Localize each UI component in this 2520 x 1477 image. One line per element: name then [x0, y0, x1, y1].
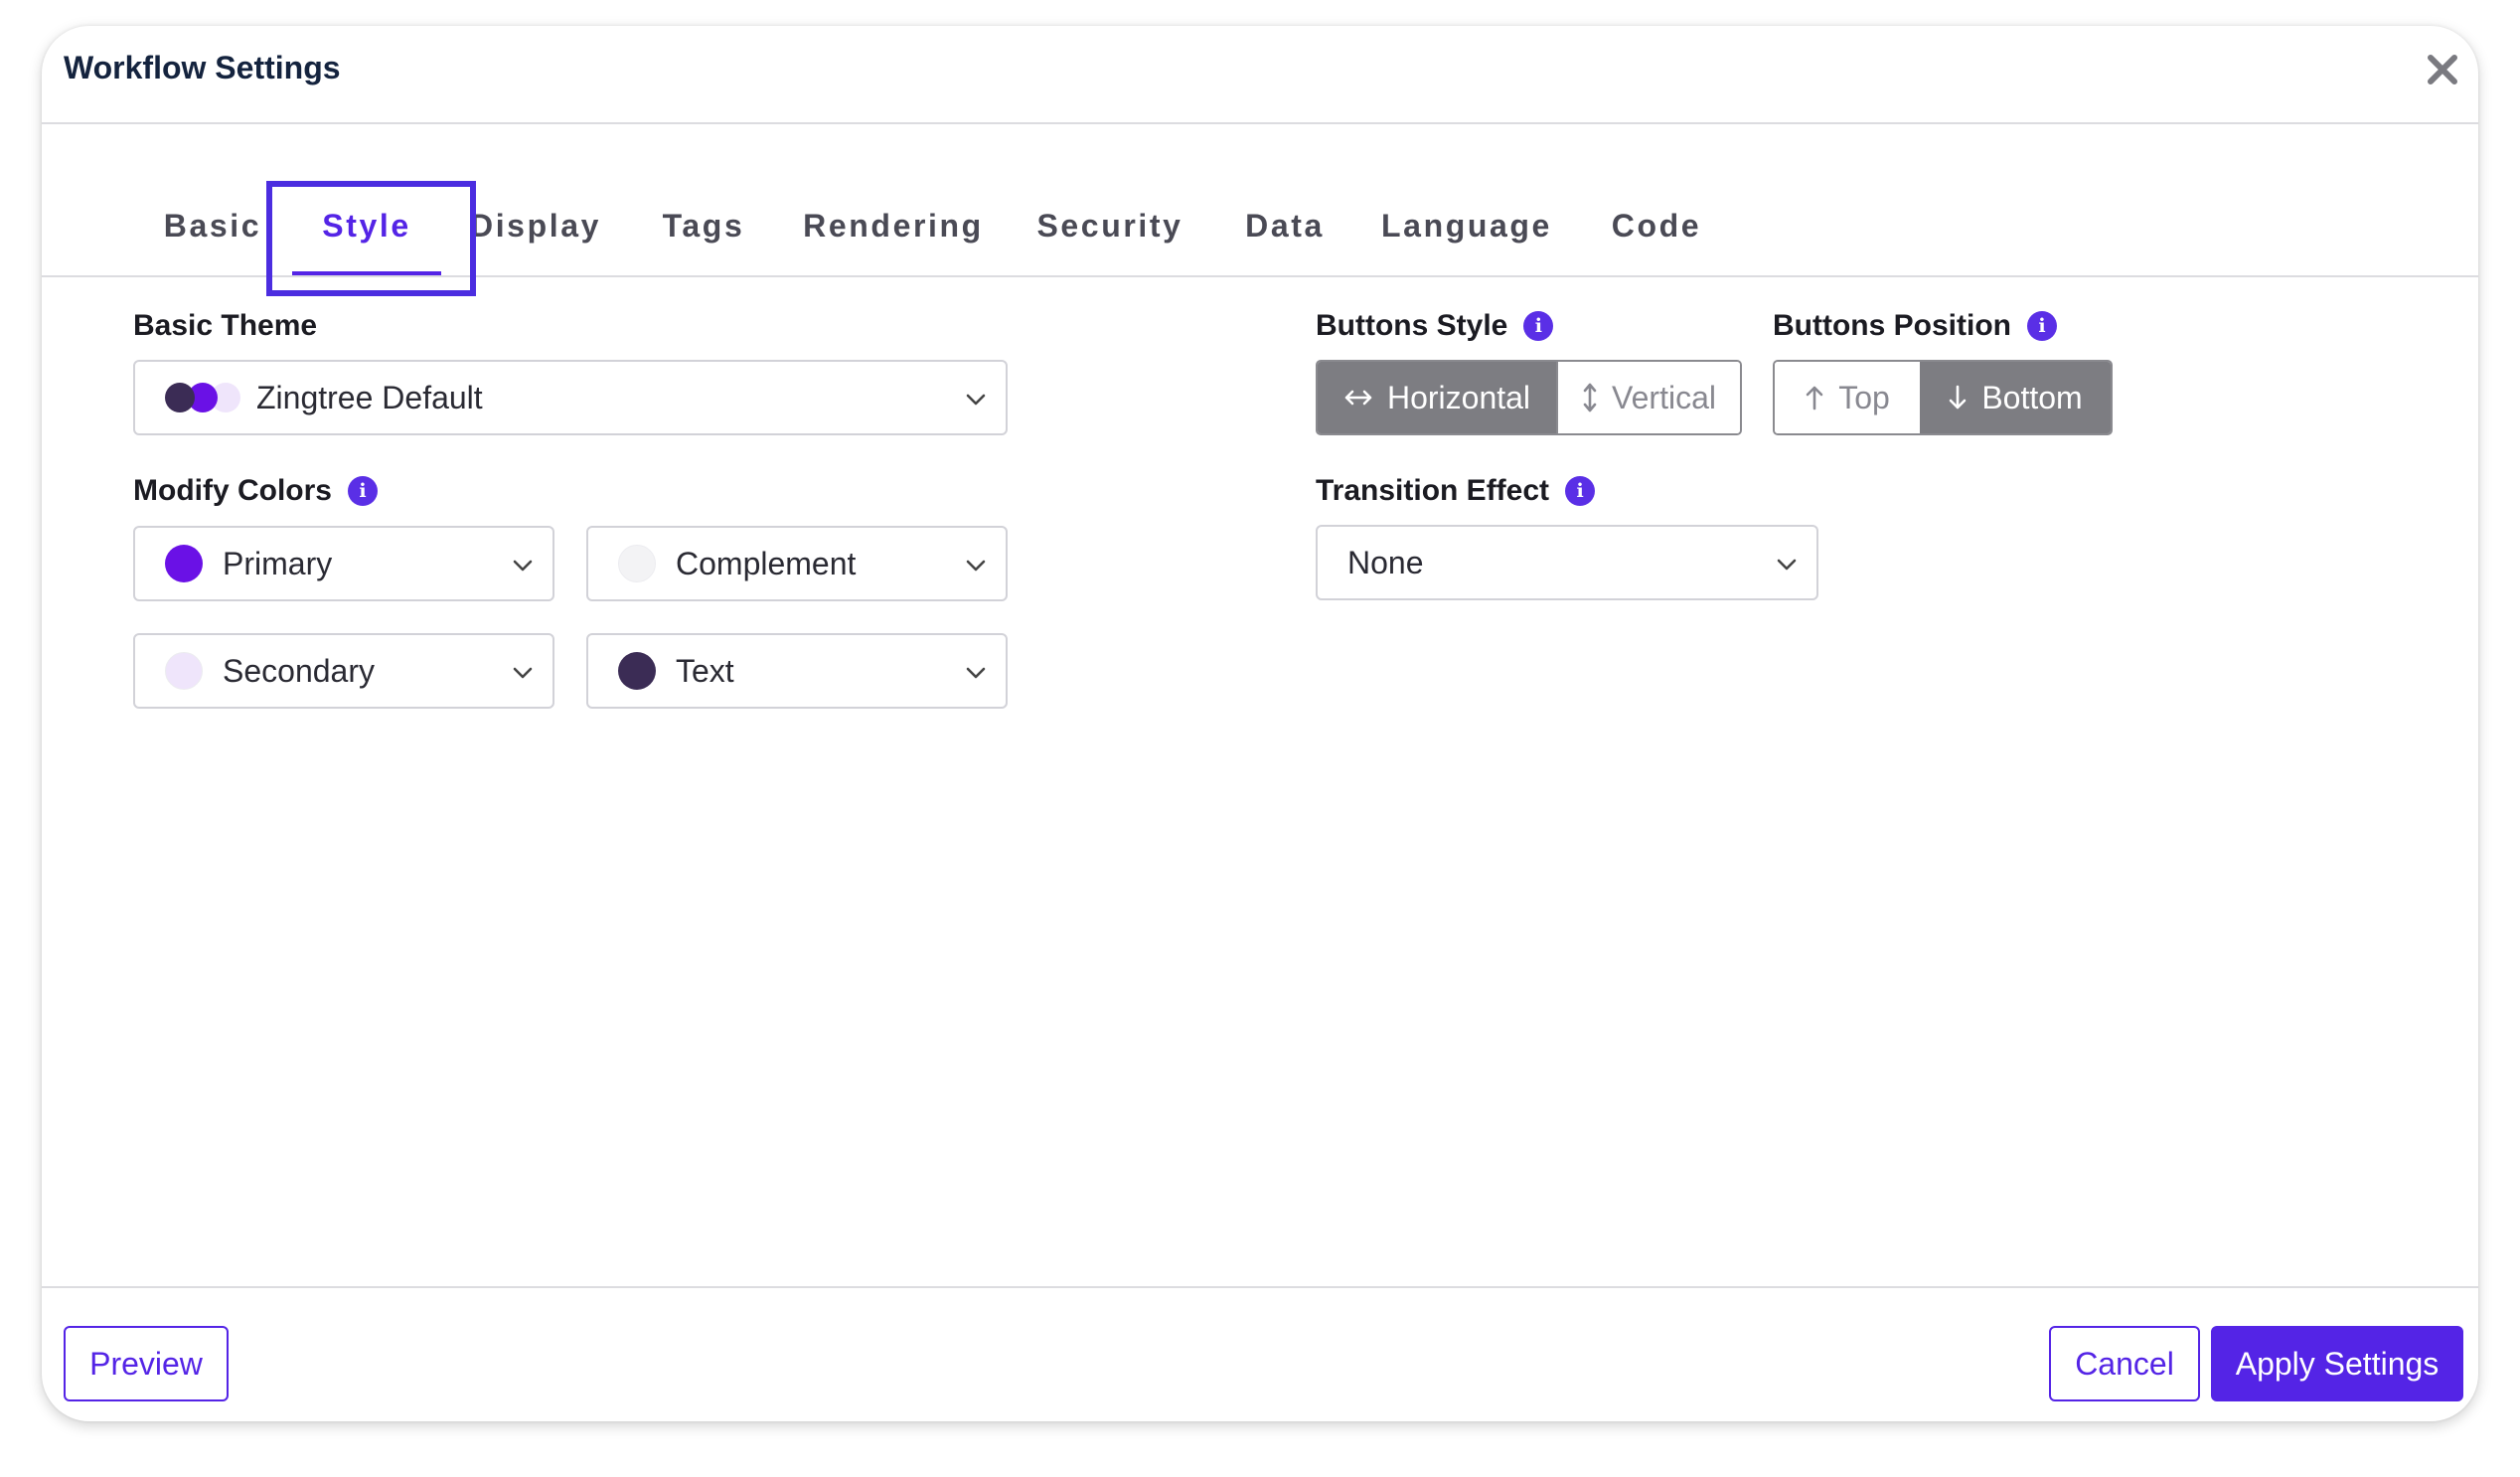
complement-color-select[interactable]: Complement — [586, 526, 1008, 601]
buttons-style-label-text: Buttons Style — [1316, 309, 1508, 342]
vertical-option-button[interactable]: Vertical — [1556, 362, 1740, 433]
tab-code[interactable]: Code — [1612, 208, 1701, 245]
transition-effect-select[interactable]: None — [1316, 525, 1818, 600]
buttons-style-toggle: Horizontal Vertical — [1316, 360, 1742, 435]
cancel-button[interactable]: Cancel — [2049, 1326, 2200, 1401]
chevron-down-icon — [966, 560, 986, 572]
buttons-position-label: Buttons Position i — [1773, 309, 2057, 343]
chevron-down-icon — [1777, 559, 1797, 571]
theme-swatches-icon — [165, 381, 240, 414]
tab-rendering[interactable]: Rendering — [803, 208, 984, 245]
horizontal-arrows-icon — [1344, 390, 1372, 406]
horizontal-option-label: Horizontal — [1386, 379, 1531, 415]
arrow-down-icon — [1950, 385, 1967, 410]
tab-tags[interactable]: Tags — [663, 208, 745, 245]
active-tab-indicator — [292, 271, 441, 275]
bottom-option-button[interactable]: Bottom — [1920, 362, 2111, 433]
preview-button[interactable]: Preview — [64, 1326, 229, 1401]
transition-effect-label: Transition Effect i — [1316, 474, 1596, 508]
transition-effect-label-text: Transition Effect — [1316, 474, 1550, 507]
settings-tabs: Basic Style Display Tags Rendering Secur… — [42, 124, 2478, 296]
secondary-color-select[interactable]: Secondary — [133, 633, 554, 709]
vertical-arrows-icon — [1583, 383, 1597, 412]
basic-theme-label-text: Basic Theme — [133, 309, 318, 342]
tab-data[interactable]: Data — [1245, 208, 1325, 245]
chevron-down-icon — [966, 667, 986, 679]
workflow-settings-dialog: Workflow Settings Basic Style Display Ta… — [42, 26, 2478, 1421]
buttons-style-label: Buttons Style i — [1316, 309, 1554, 343]
basic-theme-label: Basic Theme — [133, 309, 317, 343]
vertical-option-label: Vertical — [1612, 379, 1716, 415]
modify-colors-label-text: Modify Colors — [133, 474, 332, 507]
arrow-up-icon — [1806, 386, 1823, 410]
tab-security[interactable]: Security — [1036, 208, 1182, 245]
bottom-option-label: Bottom — [1981, 379, 2083, 415]
text-color-swatch — [618, 652, 656, 690]
secondary-color-swatch — [165, 652, 203, 690]
info-icon[interactable]: i — [1523, 311, 1554, 341]
close-icon[interactable] — [2421, 48, 2464, 91]
horizontal-option-button[interactable]: Horizontal — [1318, 362, 1556, 433]
info-icon[interactable]: i — [1565, 476, 1596, 506]
basic-theme-value: Zingtree Default — [256, 379, 483, 415]
top-option-label: Top — [1838, 379, 1890, 415]
buttons-position-toggle: Top Bottom — [1773, 360, 2113, 435]
chevron-down-icon — [513, 667, 533, 679]
info-icon[interactable]: i — [2026, 311, 2057, 341]
basic-theme-select[interactable]: Zingtree Default — [133, 360, 1008, 435]
primary-color-value: Primary — [223, 545, 333, 581]
tab-display[interactable]: Display — [470, 208, 601, 245]
chevron-down-icon — [513, 560, 533, 572]
chevron-down-icon — [966, 394, 986, 406]
text-color-select[interactable]: Text — [586, 633, 1008, 709]
tab-style[interactable]: Style — [322, 208, 410, 245]
primary-color-select[interactable]: Primary — [133, 526, 554, 601]
dialog-header: Workflow Settings — [42, 26, 2478, 124]
top-option-button[interactable]: Top — [1775, 362, 1920, 433]
complement-color-swatch — [618, 545, 656, 582]
primary-color-swatch — [165, 545, 203, 582]
modify-colors-label: Modify Colors i — [133, 474, 378, 508]
info-icon[interactable]: i — [348, 476, 378, 506]
complement-color-value: Complement — [676, 545, 857, 581]
secondary-color-value: Secondary — [223, 652, 375, 689]
text-color-value: Text — [676, 652, 734, 689]
dialog-title: Workflow Settings — [64, 50, 341, 85]
transition-effect-value: None — [1347, 544, 1424, 580]
dialog-footer: Preview Cancel Apply Settings — [42, 1286, 2478, 1421]
tab-language[interactable]: Language — [1381, 208, 1552, 245]
buttons-position-label-text: Buttons Position — [1773, 309, 2011, 342]
tab-basic[interactable]: Basic — [164, 208, 261, 245]
apply-settings-button[interactable]: Apply Settings — [2211, 1326, 2463, 1401]
